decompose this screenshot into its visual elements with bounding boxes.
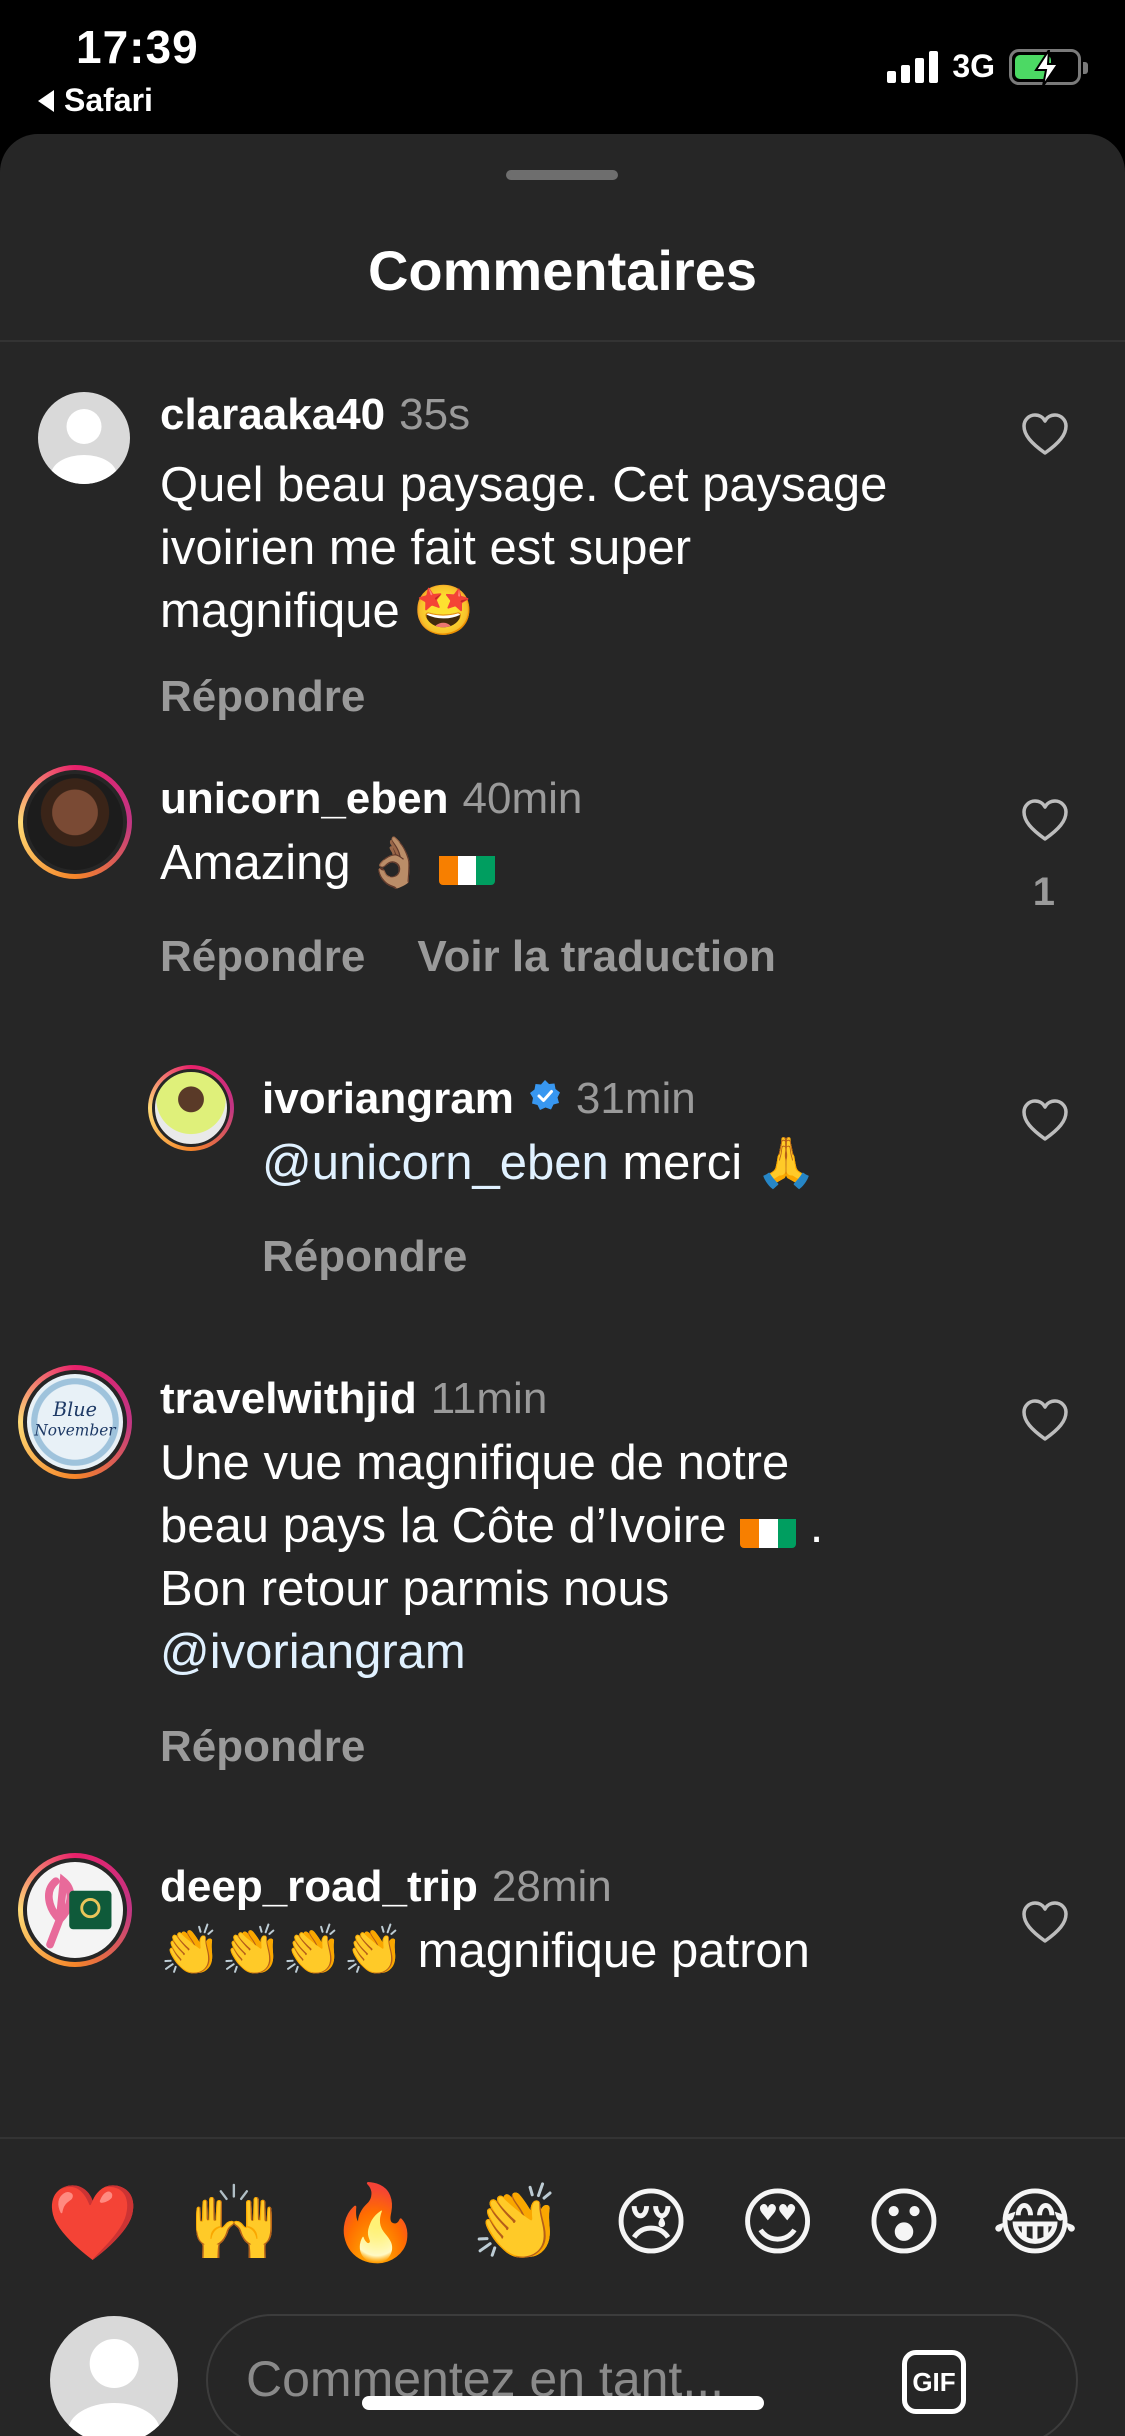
back-arrow-icon bbox=[38, 89, 54, 112]
network-type: 3G bbox=[952, 48, 995, 84]
reaction-fire[interactable]: 🔥 bbox=[330, 2186, 422, 2260]
comment-text: 👏👏👏👏 magnifique patron bbox=[160, 1924, 810, 1978]
reply-button[interactable]: Répondre bbox=[160, 672, 365, 722]
comment-time: 35s bbox=[399, 390, 471, 439]
reply-button[interactable]: Répondre bbox=[262, 1232, 467, 1282]
comment-username[interactable]: travelwithjid bbox=[160, 1374, 417, 1424]
reaction-clapping[interactable]: 👏 bbox=[471, 2186, 563, 2260]
comment-username[interactable]: claraaka40 bbox=[160, 390, 385, 440]
comment-username[interactable]: deep_road_trip bbox=[160, 1862, 478, 1912]
comment-composer: Commentez en tant... GIF bbox=[0, 2300, 1125, 2436]
comment-text-body: Amazing 👌🏽 bbox=[160, 836, 426, 890]
heart-outline-icon[interactable] bbox=[1021, 1098, 1069, 1142]
gif-label: GIF bbox=[912, 2366, 956, 2397]
verified-badge-icon bbox=[529, 1080, 560, 1110]
comment-text-line: beau pays la Côte d’Ivoire . bbox=[160, 1495, 960, 1558]
home-indicator[interactable] bbox=[362, 2396, 764, 2410]
sheet-grabber[interactable] bbox=[506, 170, 618, 180]
svg-text:Blue: Blue bbox=[52, 1398, 97, 1421]
heart-outline-icon[interactable] bbox=[1021, 1900, 1069, 1944]
sheet-title: Commentaires bbox=[367, 239, 758, 302]
comment-time: 28min bbox=[491, 1862, 612, 1911]
cote-divoire-flag-icon bbox=[740, 1510, 797, 1548]
reply-button[interactable]: Répondre bbox=[160, 1722, 365, 1772]
comment-item: unicorn_eben 40min Amazing 👌🏽 Répondre V… bbox=[0, 762, 1125, 1062]
heart-outline-icon[interactable] bbox=[1021, 412, 1069, 456]
back-to-safari[interactable]: Safari bbox=[38, 82, 153, 119]
comment-time: 40min bbox=[462, 774, 583, 823]
gif-button[interactable]: GIF bbox=[902, 2350, 966, 2414]
status-time: 17:39 bbox=[76, 21, 199, 73]
comment-time: 31min bbox=[575, 1074, 696, 1123]
comment-time: 11min bbox=[430, 1374, 548, 1423]
reaction-crying[interactable]: 😢 bbox=[612, 2186, 689, 2260]
avatar[interactable] bbox=[148, 1065, 234, 1151]
comment-item: deep_road_trip 28min 👏👏👏👏 magnifique pat… bbox=[0, 1850, 1125, 2137]
back-label: Safari bbox=[64, 82, 153, 118]
avatar[interactable] bbox=[18, 1853, 132, 1967]
mention-link[interactable]: @ivoriangram bbox=[160, 1621, 960, 1684]
reply-button[interactable]: Répondre bbox=[160, 932, 365, 982]
battery-icon bbox=[1009, 48, 1088, 86]
avatar[interactable]: Blue November bbox=[18, 1365, 132, 1479]
comment-username[interactable]: unicorn_eben bbox=[160, 774, 449, 824]
status-indicators: 3G bbox=[887, 48, 1088, 86]
comment-username[interactable]: ivoriangram bbox=[262, 1074, 514, 1124]
comment-item: claraaka40 35s Quel beau paysage. Cet pa… bbox=[0, 342, 1125, 762]
signal-icon bbox=[887, 50, 939, 83]
comments-sheet: Commentaires claraaka40 35s Quel beau pa… bbox=[0, 134, 1125, 2436]
comments-list[interactable]: claraaka40 35s Quel beau paysage. Cet pa… bbox=[0, 342, 1125, 2137]
mention-link[interactable]: @unicorn_eben bbox=[262, 1136, 609, 1190]
comment-text-line: Bon retour parmis nous bbox=[160, 1562, 670, 1616]
see-translation-button[interactable]: Voir la traduction bbox=[417, 932, 776, 982]
comment-text: @unicorn_eben merci 🙏 bbox=[262, 1132, 1042, 1195]
like-count[interactable]: 1 bbox=[1033, 870, 1055, 915]
heart-outline-icon[interactable] bbox=[1021, 798, 1069, 842]
comment-text: Amazing 👌🏽 bbox=[160, 832, 940, 895]
comment-text: Une vue magnifique de notre beau pays la… bbox=[160, 1432, 960, 1684]
current-user-avatar bbox=[50, 2316, 178, 2436]
reaction-laughing[interactable]: 😂 bbox=[992, 2186, 1078, 2260]
comment-text-line: Une vue magnifique de notre bbox=[160, 1436, 790, 1490]
comment-item: Blue November travelwithjid 11min Une vue… bbox=[0, 1362, 1125, 1852]
cote-divoire-flag-icon bbox=[438, 847, 495, 885]
comment-input[interactable]: Commentez en tant... GIF bbox=[206, 2314, 1078, 2436]
status-bar: 17:39 Safari 3G bbox=[0, 0, 1125, 132]
avatar[interactable] bbox=[38, 392, 130, 484]
avatar[interactable] bbox=[18, 765, 132, 879]
comment-text-body: merci 🙏 bbox=[608, 1136, 817, 1190]
comment-text: Quel beau paysage. Cet paysage ivoirien … bbox=[160, 458, 888, 638]
reaction-surprised[interactable]: 😮 bbox=[865, 2186, 942, 2260]
reaction-heart-eyes[interactable]: 😍 bbox=[739, 2186, 816, 2260]
comment-reply-item: ivoriangram 31min @unicorn_eben merci 🙏 … bbox=[0, 1062, 1125, 1362]
svg-text:November: November bbox=[33, 1421, 117, 1439]
reaction-raising-hands[interactable]: 🙌 bbox=[188, 2186, 280, 2260]
reaction-heart[interactable]: ❤️ bbox=[47, 2186, 139, 2260]
heart-outline-icon[interactable] bbox=[1021, 1398, 1069, 1442]
quick-reactions-bar: ❤️ 🙌 🔥 👏 😢 😍 😮 😂 bbox=[0, 2137, 1125, 2307]
